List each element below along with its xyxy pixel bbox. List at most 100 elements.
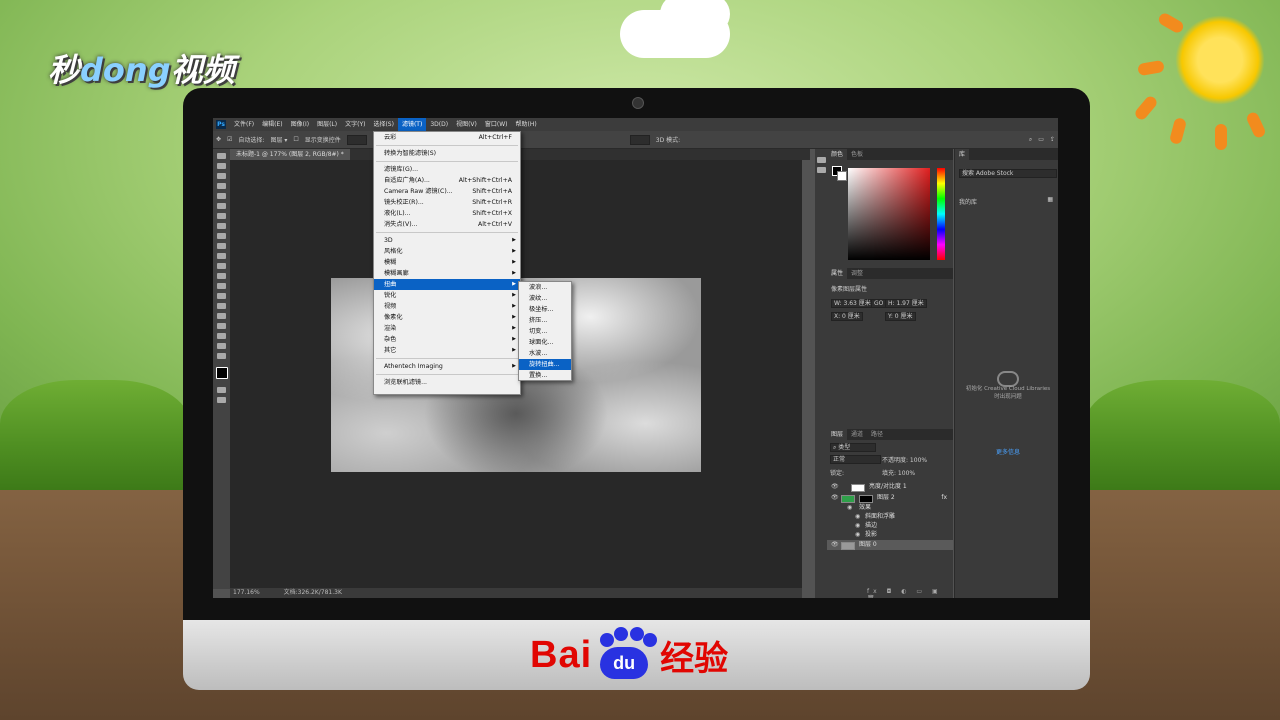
hue-slider[interactable] [937,168,945,260]
tab-adjustments[interactable]: 调整 [847,268,867,279]
filter-menu-item[interactable]: 模糊画廊 ▶ [374,268,520,279]
menu-3d[interactable]: 3D(D) [426,118,452,131]
search-icon[interactable]: ⌕ [1029,136,1032,144]
more-tools[interactable] [217,353,226,359]
menu-edit[interactable]: 编辑(E) [258,118,286,131]
filter-menu-item[interactable]: 转换为智能滤镜(S) [374,148,520,159]
distort-submenu-item[interactable]: 波纹... [519,293,571,304]
zoom-tool[interactable] [217,343,226,349]
layer-row[interactable]: 👁 图层 0 [827,540,953,550]
show-transform-checkbox[interactable]: ☐ [293,136,298,143]
x-field[interactable]: X: 0 厘米 [831,312,863,321]
document-tab[interactable]: 未标题-1 @ 177% (图层 2, RGB/8#) * [230,149,350,160]
zoom-level[interactable]: 177.16% [233,589,260,596]
eraser-tool[interactable] [217,253,226,259]
distort-submenu-item[interactable]: 挤压... [519,315,571,326]
history-icon[interactable] [816,157,826,163]
menu-help[interactable]: 帮助(H) [512,118,541,131]
menu-layer[interactable]: 图层(L) [313,118,341,131]
filter-menu-item[interactable]: 其它 ▶ [374,345,520,356]
menu-file[interactable]: 文件(F) [230,118,258,131]
tab-libraries[interactable]: 库 [955,149,970,160]
tab-layers[interactable]: 图层 [827,429,848,440]
fill-field[interactable]: 填充: 100% [882,468,915,477]
filter-menu-item[interactable]: 渲染 ▶ [374,323,520,334]
eye-icon[interactable]: 👁 [831,482,839,492]
menu-image[interactable]: 图像(I) [287,118,313,131]
filter-menu-item[interactable]: 3D ▶ [374,235,520,246]
layers-footer-buttons[interactable]: fx ◘ ◐ ▭ ▣ 🗑 [867,588,953,598]
menu-window[interactable]: 窗口(W) [481,118,512,131]
blend-mode-select[interactable]: 正常 [830,455,881,464]
height-field[interactable]: H: 1.97 厘米 [885,299,927,308]
layer-row[interactable]: 👁 亮度/对比度 1 [827,482,953,492]
dodge-tool[interactable] [217,283,226,289]
distort-submenu-item[interactable]: 极坐标... [519,304,571,315]
tab-color[interactable]: 颜色 [827,149,848,160]
eyedropper-tool[interactable] [217,203,226,209]
grid-view-icon[interactable]: ▦ [1047,196,1053,203]
y-field[interactable]: Y: 0 厘米 [885,312,916,321]
distort-submenu-item[interactable]: 球面化... [519,337,571,348]
foreground-background-swatch[interactable] [215,367,228,379]
blur-tool[interactable] [217,273,226,279]
filter-menu-item[interactable]: 视频 ▶ [374,301,520,312]
share-icon[interactable]: ⇪ [1050,136,1055,143]
effect-row[interactable]: ◉ 投影 [827,530,953,540]
healing-tool[interactable] [217,213,226,219]
filter-menu-item[interactable]: 滤镜库(G)... [374,164,520,175]
distort-submenu-item[interactable]: 旋转扭曲... [519,359,571,370]
distort-submenu-item[interactable]: 波浪... [519,282,571,293]
library-dropdown[interactable]: 我的库 [959,197,977,206]
type-tool[interactable] [217,303,226,309]
marquee-tool[interactable] [217,163,226,169]
background-color-swatch[interactable] [837,171,847,181]
filter-menu-item[interactable]: 模糊 ▶ [374,257,520,268]
tab-swatches[interactable]: 色板 [847,149,867,160]
eye-icon[interactable]: 👁 [831,540,839,550]
history-brush-tool[interactable] [217,243,226,249]
tab-channels[interactable]: 通道 [847,429,867,440]
layer-kind-filter[interactable]: ⌕ 类型 [830,443,876,452]
crop-tool[interactable] [217,193,226,199]
eye-icon[interactable]: ◉ [855,530,860,540]
workspace-icon[interactable]: ▭ [1038,136,1044,143]
pen-tool[interactable] [217,293,226,299]
align-buttons[interactable] [346,134,367,145]
auto-select-target[interactable]: 图层 ▾ [270,135,287,144]
quick-mask-button[interactable] [217,387,226,393]
brush-tool[interactable] [217,223,226,229]
distort-submenu-item[interactable]: 切变... [519,326,571,337]
filter-menu-item[interactable]: Athentech Imaging ▶ [374,361,520,372]
filter-menu-item[interactable]: 杂色 ▶ [374,334,520,345]
filter-menu-item[interactable]: 风格化 ▶ [374,246,520,257]
menu-view[interactable]: 视图(V) [452,118,481,131]
shape-tool[interactable] [217,323,226,329]
filter-menu-item[interactable]: 像素化 ▶ [374,312,520,323]
filter-menu-item[interactable]: Camera Raw 滤镜(C)... Shift+Ctrl+A [374,186,520,197]
move-tool-icon[interactable]: ✥ [216,136,221,143]
filter-menu-item[interactable]: 锐化 ▶ [374,290,520,301]
filter-menu-item[interactable]: 扭曲 ▶ [374,279,520,290]
path-select-tool[interactable] [217,313,226,319]
opacity-field[interactable]: 不透明度: 100% [882,455,927,464]
tab-properties[interactable]: 属性 [827,268,848,279]
hand-tool[interactable] [217,333,226,339]
filter-menu-item[interactable]: 液化(L)... Shift+Ctrl+X [374,208,520,219]
fx-badge[interactable]: fx [941,493,947,503]
auto-select-checkbox[interactable]: ☑ [227,136,232,143]
distort-submenu-item[interactable]: 水波... [519,348,571,359]
tab-paths[interactable]: 路径 [867,429,887,440]
stock-search-input[interactable]: 搜索 Adobe Stock [959,169,1057,178]
eye-icon[interactable]: 👁 [831,493,839,503]
color-picker-field[interactable] [848,168,930,260]
menu-filter[interactable]: 滤镜(T) [397,118,427,131]
width-field[interactable]: W: 3.63 厘米 [831,299,874,308]
distort-submenu-item[interactable]: 置换... [519,370,571,381]
lasso-tool[interactable] [217,173,226,179]
gradient-tool[interactable] [217,263,226,269]
stamp-tool[interactable] [217,233,226,239]
distribute-buttons[interactable] [629,134,650,145]
filter-menu-item[interactable]: 镜头校正(R)... Shift+Ctrl+R [374,197,520,208]
layer-row[interactable]: 👁 图层 2 fx [827,493,953,503]
